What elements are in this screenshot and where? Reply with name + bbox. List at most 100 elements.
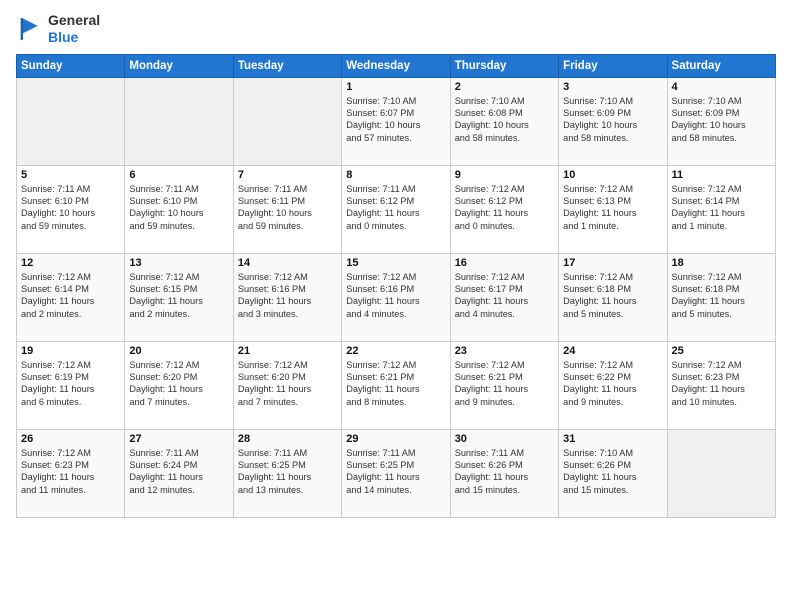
day-info: Sunrise: 7:12 AM Sunset: 6:19 PM Dayligh…: [21, 359, 120, 409]
calendar-cell: 2 Sunrise: 7:10 AM Sunset: 6:08 PM Daylig…: [450, 77, 558, 165]
calendar-cell: 9 Sunrise: 7:12 AM Sunset: 6:12 PM Daylig…: [450, 165, 558, 253]
calendar-cell: 20 Sunrise: 7:12 AM Sunset: 6:20 PM Dayli…: [125, 341, 233, 429]
day-info: Sunrise: 7:11 AM Sunset: 6:26 PM Dayligh…: [455, 447, 554, 497]
day-info: Sunrise: 7:12 AM Sunset: 6:15 PM Dayligh…: [129, 271, 228, 321]
day-number: 2: [455, 81, 554, 93]
day-info: Sunrise: 7:11 AM Sunset: 6:11 PM Dayligh…: [238, 183, 337, 233]
calendar-cell: 11 Sunrise: 7:12 AM Sunset: 6:14 PM Dayli…: [667, 165, 775, 253]
day-number: 11: [672, 169, 771, 181]
calendar-cell: 6Sunrise: 7:11 AM Sunset: 6:10 PM Daylig…: [125, 165, 233, 253]
calendar-cell: 21 Sunrise: 7:12 AM Sunset: 6:20 PM Dayli…: [233, 341, 341, 429]
day-info: Sunrise: 7:12 AM Sunset: 6:20 PM Dayligh…: [129, 359, 228, 409]
weekday-header-wednesday: Wednesday: [342, 54, 450, 77]
day-info: Sunrise: 7:12 AM Sunset: 6:21 PM Dayligh…: [346, 359, 445, 409]
calendar-cell: 31 Sunrise: 7:10 AM Sunset: 6:26 PM Dayli…: [559, 429, 667, 517]
day-info: Sunrise: 7:10 AM Sunset: 6:08 PM Dayligh…: [455, 95, 554, 145]
day-info: Sunrise: 7:11 AM Sunset: 6:25 PM Dayligh…: [238, 447, 337, 497]
calendar-cell: 1 Sunrise: 7:10 AM Sunset: 6:07 PM Daylig…: [342, 77, 450, 165]
calendar-cell: [17, 77, 125, 165]
calendar-cell: 28 Sunrise: 7:11 AM Sunset: 6:25 PM Dayli…: [233, 429, 341, 517]
day-number: 23: [455, 345, 554, 357]
day-number: 19: [21, 345, 120, 357]
day-info: Sunrise: 7:12 AM Sunset: 6:23 PM Dayligh…: [672, 359, 771, 409]
calendar-cell: 22 Sunrise: 7:12 AM Sunset: 6:21 PM Dayli…: [342, 341, 450, 429]
calendar-cell: [125, 77, 233, 165]
calendar-cell: [667, 429, 775, 517]
day-number: 3: [563, 81, 662, 93]
day-info: Sunrise: 7:12 AM Sunset: 6:23 PM Dayligh…: [21, 447, 120, 497]
day-number: 17: [563, 257, 662, 269]
logo-blue: Blue: [48, 29, 100, 46]
day-number: 13: [129, 257, 228, 269]
weekday-header-friday: Friday: [559, 54, 667, 77]
day-info: Sunrise: 7:10 AM Sunset: 6:09 PM Dayligh…: [672, 95, 771, 145]
day-number: 28: [238, 433, 337, 445]
calendar-cell: 4 Sunrise: 7:10 AM Sunset: 6:09 PM Daylig…: [667, 77, 775, 165]
calendar-cell: 14Sunrise: 7:12 AM Sunset: 6:16 PM Dayli…: [233, 253, 341, 341]
day-number: 16: [455, 257, 554, 269]
day-number: 31: [563, 433, 662, 445]
calendar-cell: 19 Sunrise: 7:12 AM Sunset: 6:19 PM Dayli…: [17, 341, 125, 429]
weekday-header-saturday: Saturday: [667, 54, 775, 77]
day-info: Sunrise: 7:12 AM Sunset: 6:17 PM Dayligh…: [455, 271, 554, 321]
calendar-cell: 26 Sunrise: 7:12 AM Sunset: 6:23 PM Dayli…: [17, 429, 125, 517]
calendar-cell: 18Sunrise: 7:12 AM Sunset: 6:18 PM Dayli…: [667, 253, 775, 341]
day-info: Sunrise: 7:12 AM Sunset: 6:12 PM Dayligh…: [455, 183, 554, 233]
calendar-cell: 25 Sunrise: 7:12 AM Sunset: 6:23 PM Dayli…: [667, 341, 775, 429]
calendar-cell: 16 Sunrise: 7:12 AM Sunset: 6:17 PM Dayli…: [450, 253, 558, 341]
day-info: Sunrise: 7:12 AM Sunset: 6:13 PM Dayligh…: [563, 183, 662, 233]
logo-icon: [16, 15, 44, 43]
calendar-cell: 10Sunrise: 7:12 AM Sunset: 6:13 PM Dayli…: [559, 165, 667, 253]
day-info: Sunrise: 7:11 AM Sunset: 6:24 PM Dayligh…: [129, 447, 228, 497]
day-number: 7: [238, 169, 337, 181]
day-info: Sunrise: 7:10 AM Sunset: 6:07 PM Dayligh…: [346, 95, 445, 145]
day-number: 12: [21, 257, 120, 269]
day-info: Sunrise: 7:10 AM Sunset: 6:09 PM Dayligh…: [563, 95, 662, 145]
day-info: Sunrise: 7:12 AM Sunset: 6:21 PM Dayligh…: [455, 359, 554, 409]
day-info: Sunrise: 7:11 AM Sunset: 6:10 PM Dayligh…: [21, 183, 120, 233]
day-number: 4: [672, 81, 771, 93]
logo-text: General Blue: [48, 12, 100, 46]
calendar-week-row: 26 Sunrise: 7:12 AM Sunset: 6:23 PM Dayli…: [17, 429, 776, 517]
logo: General Blue: [16, 12, 100, 46]
calendar-cell: 5 Sunrise: 7:11 AM Sunset: 6:10 PM Daylig…: [17, 165, 125, 253]
calendar-cell: 7 Sunrise: 7:11 AM Sunset: 6:11 PM Daylig…: [233, 165, 341, 253]
day-number: 1: [346, 81, 445, 93]
day-number: 22: [346, 345, 445, 357]
day-number: 5: [21, 169, 120, 181]
calendar-page: General Blue SundayMondayTuesdayWednesda…: [0, 0, 792, 612]
calendar-week-row: 1 Sunrise: 7:10 AM Sunset: 6:07 PM Daylig…: [17, 77, 776, 165]
day-info: Sunrise: 7:12 AM Sunset: 6:16 PM Dayligh…: [346, 271, 445, 321]
day-info: Sunrise: 7:12 AM Sunset: 6:22 PM Dayligh…: [563, 359, 662, 409]
day-number: 9: [455, 169, 554, 181]
day-info: Sunrise: 7:12 AM Sunset: 6:18 PM Dayligh…: [563, 271, 662, 321]
logo-general: General: [48, 12, 100, 29]
day-number: 14: [238, 257, 337, 269]
calendar-table: SundayMondayTuesdayWednesdayThursdayFrid…: [16, 54, 776, 518]
calendar-cell: 30Sunrise: 7:11 AM Sunset: 6:26 PM Dayli…: [450, 429, 558, 517]
day-info: Sunrise: 7:12 AM Sunset: 6:14 PM Dayligh…: [21, 271, 120, 321]
day-number: 29: [346, 433, 445, 445]
day-info: Sunrise: 7:10 AM Sunset: 6:26 PM Dayligh…: [563, 447, 662, 497]
day-info: Sunrise: 7:11 AM Sunset: 6:25 PM Dayligh…: [346, 447, 445, 497]
day-number: 26: [21, 433, 120, 445]
calendar-cell: 29 Sunrise: 7:11 AM Sunset: 6:25 PM Dayli…: [342, 429, 450, 517]
day-number: 6: [129, 169, 228, 181]
day-number: 20: [129, 345, 228, 357]
day-number: 21: [238, 345, 337, 357]
day-number: 25: [672, 345, 771, 357]
weekday-header-monday: Monday: [125, 54, 233, 77]
calendar-week-row: 5 Sunrise: 7:11 AM Sunset: 6:10 PM Daylig…: [17, 165, 776, 253]
calendar-week-row: 19 Sunrise: 7:12 AM Sunset: 6:19 PM Dayli…: [17, 341, 776, 429]
day-info: Sunrise: 7:12 AM Sunset: 6:18 PM Dayligh…: [672, 271, 771, 321]
calendar-week-row: 12 Sunrise: 7:12 AM Sunset: 6:14 PM Dayli…: [17, 253, 776, 341]
day-number: 8: [346, 169, 445, 181]
calendar-cell: 15Sunrise: 7:12 AM Sunset: 6:16 PM Dayli…: [342, 253, 450, 341]
calendar-cell: 17 Sunrise: 7:12 AM Sunset: 6:18 PM Dayli…: [559, 253, 667, 341]
calendar-cell: 13 Sunrise: 7:12 AM Sunset: 6:15 PM Dayli…: [125, 253, 233, 341]
calendar-cell: 23 Sunrise: 7:12 AM Sunset: 6:21 PM Dayli…: [450, 341, 558, 429]
calendar-cell: [233, 77, 341, 165]
day-info: Sunrise: 7:12 AM Sunset: 6:14 PM Dayligh…: [672, 183, 771, 233]
day-info: Sunrise: 7:12 AM Sunset: 6:20 PM Dayligh…: [238, 359, 337, 409]
calendar-cell: 8Sunrise: 7:11 AM Sunset: 6:12 PM Daylig…: [342, 165, 450, 253]
